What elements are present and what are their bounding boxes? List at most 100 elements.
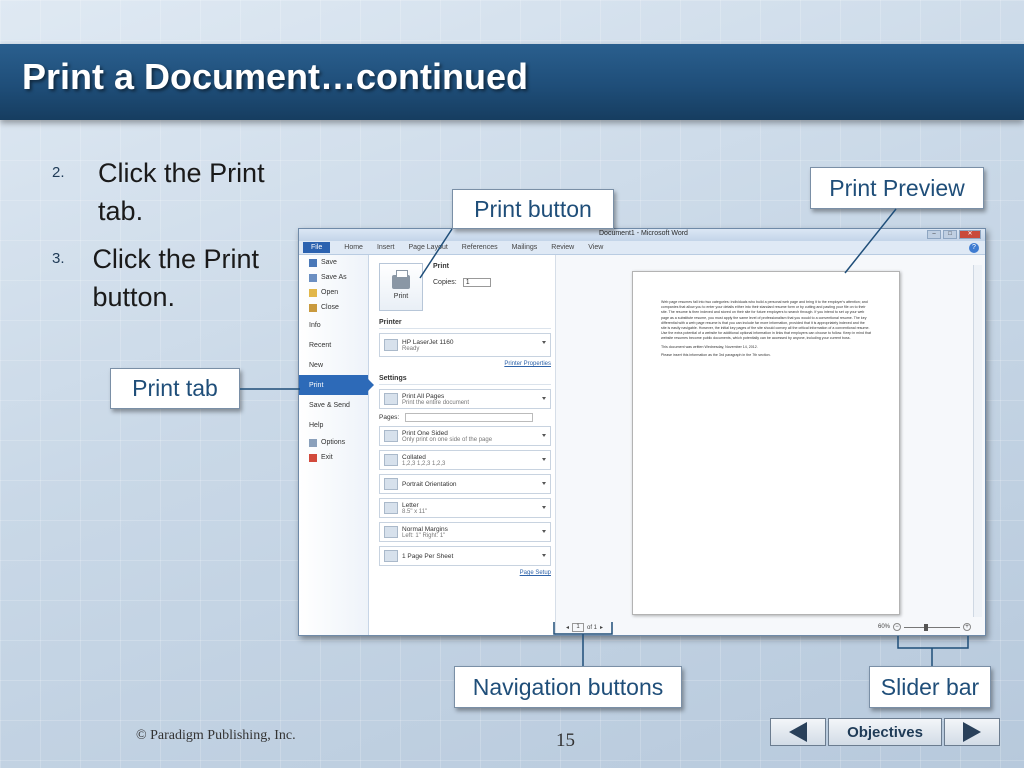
setting-dropdown[interactable]: 1 Page Per Sheet [379,546,551,566]
callout-print-preview: Print Preview [810,167,984,209]
pages-label: Pages: [379,414,400,421]
setting-sub: 8.5" x 11" [402,508,428,515]
nav-recent[interactable]: Recent [299,335,368,355]
minimize-icon[interactable]: – [927,230,941,239]
print-button[interactable]: Print [379,263,423,311]
nav-new[interactable]: New [299,355,368,375]
printer-status: Ready [402,345,420,352]
tab-file[interactable]: File [303,242,331,253]
chevron-down-icon [542,554,546,557]
slide-number: 15 [556,730,575,751]
nav-save[interactable]: Save [299,255,368,270]
setting-dropdown[interactable]: Collated 1,2,3 1,2,3 1,2,3 [379,450,551,470]
nav-print[interactable]: Print [299,375,374,395]
setting-dropdown[interactable]: Print One Sided Only print on one side of… [379,426,551,446]
step-text: Click the Print tab. [98,158,265,226]
vertical-scrollbar[interactable] [973,265,982,617]
printer-properties-link[interactable]: Printer Properties [379,361,551,367]
maximize-icon[interactable]: □ [943,230,957,239]
orientation-icon [384,478,398,490]
chevron-down-icon [542,482,546,485]
pages-icon [384,393,398,405]
callout-print-button: Print button [452,189,614,229]
zoom-level: 60% [877,624,890,630]
zoom-out-icon[interactable]: − [893,623,901,631]
print-preview-area: Web page resumes fall into two categorie… [555,255,985,635]
options-icon [309,438,317,447]
chevron-down-icon [542,397,546,400]
tab-mailings[interactable]: Mailings [512,244,538,251]
nav-close[interactable]: Close [299,300,368,315]
page-total: of 1 [587,624,598,631]
nav-label: Options [321,439,346,446]
callout-slider-bar: Slider bar [869,666,991,708]
nav-help[interactable]: Help [299,415,368,435]
nav-exit[interactable]: Exit [299,450,368,465]
backstage-nav: Save Save As Open Close Info Recent New … [299,255,374,635]
chevron-down-icon [542,434,546,437]
print-heading: Print [433,263,449,270]
copies-spinner[interactable]: 1 [462,278,491,287]
chevron-down-icon [542,506,546,509]
setting-main: Normal Margins [402,525,448,533]
slide-nav-buttons: Objectives [770,718,1000,746]
setting-dropdown[interactable]: Portrait Orientation [379,474,551,494]
nav-info[interactable]: Info [299,315,368,335]
window-controls: – □ ✕ [927,230,981,239]
zoom-slider-thumb[interactable] [924,623,928,631]
step-number: 2. [52,164,65,181]
chevron-down-icon [542,530,546,533]
nav-open[interactable]: Open [299,285,368,300]
tab-page-layout[interactable]: Page Layout [408,244,447,251]
nav-label: Exit [321,454,333,461]
callout-navigation-buttons: Navigation buttons [454,666,682,708]
print-side: Print Copies: 1 [433,263,491,287]
tab-references[interactable]: References [462,244,498,251]
chevron-down-icon [542,341,546,344]
step-text: Click the Print button. [92,244,259,312]
slide-title: Print a Document…continued [22,56,529,97]
nav-save-send[interactable]: Save & Send [299,395,368,415]
step-number: 3. [52,250,65,267]
page-number-input[interactable]: 1 [572,623,585,632]
page-setup-link[interactable]: Page Setup [379,570,551,576]
prev-page-icon[interactable]: ◂ [566,624,569,631]
print-pane: Print Print Copies: 1 Printer HP LaserJe… [379,263,551,631]
tab-home[interactable]: Home [344,244,363,251]
close-icon[interactable]: ✕ [959,230,981,239]
nav-save-as[interactable]: Save As [299,270,368,285]
zoom-in-icon[interactable]: + [963,623,971,631]
callout-print-tab: Print tab [110,368,240,409]
objectives-button[interactable]: Objectives [828,718,942,746]
step-item: 2. Click the Print tab. [52,154,292,230]
nav-label: Close [321,304,339,311]
copyright: © Paradigm Publishing, Inc. [136,728,296,743]
step-item: 3. Click the Print button. [52,240,292,316]
previous-slide-button[interactable] [770,718,826,746]
tab-view[interactable]: View [588,244,603,251]
next-slide-button[interactable] [944,718,1000,746]
setting-dropdown[interactable]: Print All Pages Print the entire document [379,389,551,409]
preview-status-bar: ◂ 1 of 1 ▸ 60% − + [556,621,985,635]
tab-insert[interactable]: Insert [377,244,395,251]
setting-dropdown[interactable]: Letter 8.5" x 11" [379,498,551,518]
nav-label: Open [321,289,339,296]
nav-label: Save As [321,274,347,281]
save-icon [309,258,317,267]
printer-dropdown[interactable]: HP LaserJet 1160 Ready [379,333,551,357]
tab-review[interactable]: Review [551,244,574,251]
copies-row: Copies: 1 [433,278,491,287]
setting-sub: Left: 1" Right: 1" [402,532,446,539]
help-icon[interactable]: ? [969,243,979,253]
nav-options[interactable]: Options [299,435,368,450]
arrow-left-icon [789,722,807,742]
paper-size-icon [384,502,398,514]
setting-main: Portrait Orientation [402,480,457,488]
zoom-slider[interactable] [904,623,960,631]
next-page-icon[interactable]: ▸ [600,624,603,631]
setting-dropdown[interactable]: Normal Margins Left: 1" Right: 1" [379,522,551,542]
printer-small-icon [384,339,398,351]
pages-input[interactable] [405,413,534,422]
ribbon-tabs: File Home Insert Page Layout References … [299,241,985,255]
chevron-down-icon [542,458,546,461]
